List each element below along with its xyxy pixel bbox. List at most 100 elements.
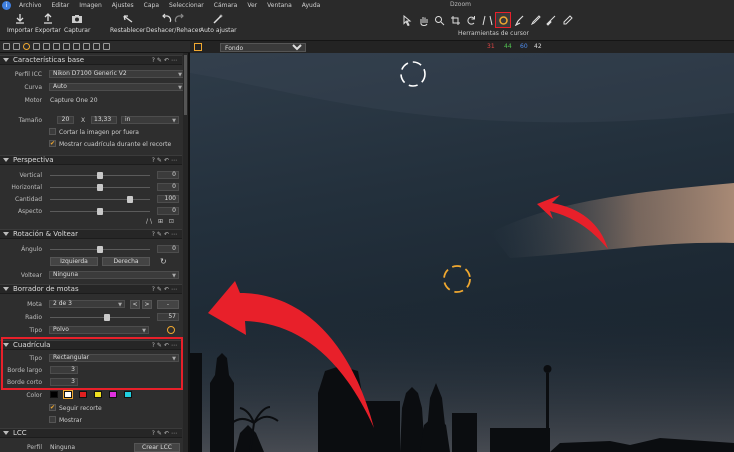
capture-button[interactable]: Capturar [64, 13, 90, 34]
grid-view-icon[interactable] [194, 43, 202, 51]
swatch-black[interactable] [50, 391, 58, 398]
panel-header-icons[interactable]: ?✎↶⋯ [152, 231, 179, 238]
follow-crop-checkbox[interactable]: ✔ [49, 404, 56, 411]
eraser-tool[interactable] [560, 13, 574, 27]
perspective-value[interactable]: 0 [157, 207, 179, 215]
menu-archivo[interactable]: Archivo [15, 2, 47, 9]
menu-ventana[interactable]: Ventana [263, 2, 298, 9]
export-button[interactable]: Exportar [35, 13, 61, 34]
batch-tab-icon[interactable] [93, 43, 100, 50]
perspective-slider-knob[interactable] [97, 184, 103, 191]
perspective-slider-knob[interactable] [127, 196, 133, 203]
keystone-icons[interactable]: /\ ⊞ ⊡ [146, 218, 176, 225]
perspective-value[interactable]: 0 [157, 183, 179, 191]
panel-header-icons[interactable]: ?✎↶⋯ [152, 157, 179, 164]
collapse-arrow-icon[interactable] [3, 287, 9, 291]
gradient-tool[interactable] [544, 13, 558, 27]
radius-value[interactable]: 57 [157, 313, 179, 321]
menu-editar[interactable]: Editar [47, 2, 75, 9]
pen-tool[interactable] [528, 13, 542, 27]
perspective-slider[interactable] [50, 184, 150, 191]
exposure-tab-icon[interactable] [43, 43, 50, 50]
capture-tab-icon[interactable] [13, 43, 20, 50]
panel-header-icons[interactable]: ?✎↶⋯ [152, 286, 179, 293]
panel-header-icons[interactable]: ?✎↶⋯ [152, 430, 179, 437]
lcc-header[interactable]: LCC ?✎↶⋯ [0, 428, 182, 438]
auto-adjust-button[interactable]: Auto ajustar [200, 13, 237, 34]
base-characteristics-header[interactable]: Características base ?✎↶⋯ [0, 55, 182, 65]
swatch-red[interactable] [79, 391, 87, 398]
details-tab-icon[interactable] [53, 43, 60, 50]
menu-ver[interactable]: Ver [243, 2, 263, 9]
perspective-slider-knob[interactable] [97, 208, 103, 215]
perspective-slider[interactable] [50, 208, 150, 215]
angle-value[interactable]: 0 [157, 245, 179, 253]
spot-type-dropdown[interactable]: Polvo ▼ [49, 326, 149, 334]
image-viewer[interactable] [190, 53, 734, 452]
panel-header-icons[interactable]: ?✎↶⋯ [152, 57, 179, 64]
color-tab-icon[interactable] [33, 43, 40, 50]
brush-tool[interactable] [512, 13, 526, 27]
show-checkbox[interactable] [49, 416, 56, 423]
unit-dropdown[interactable]: in ▼ [121, 116, 179, 124]
spot-removal-tool[interactable] [495, 12, 511, 28]
angle-slider[interactable] [50, 246, 150, 253]
rotate-left-button[interactable]: Izquierda [50, 257, 98, 266]
spot-picker-icon[interactable] [167, 326, 175, 334]
crop-height-field[interactable]: 13,33 [91, 116, 117, 124]
pan-tool[interactable] [416, 13, 430, 27]
lens-tab-icon[interactable] [23, 43, 30, 50]
swatch-white[interactable] [63, 390, 73, 399]
styles-tab-icon[interactable] [103, 43, 110, 50]
radius-slider[interactable] [50, 314, 150, 321]
reset-button[interactable]: Restablecer [110, 13, 145, 34]
collapse-arrow-icon[interactable] [3, 58, 9, 62]
menu-ajustes[interactable]: Ajustes [108, 2, 140, 9]
swatch-magenta[interactable] [109, 391, 117, 398]
perspective-value[interactable]: 100 [157, 195, 179, 203]
zoom-tool[interactable] [432, 13, 446, 27]
create-lcc-button[interactable]: Crear LCC [134, 443, 180, 452]
spot-marker-2[interactable] [443, 265, 471, 293]
metadata-tab-icon[interactable] [73, 43, 80, 50]
background-select[interactable]: Fondo [220, 42, 306, 52]
radius-slider-knob[interactable] [104, 314, 110, 321]
import-button[interactable]: Importar [7, 13, 33, 34]
prev-spot-button[interactable]: < [130, 300, 140, 309]
menu-ayuda[interactable]: Ayuda [298, 2, 327, 9]
perspective-header[interactable]: Perspectiva ?✎↶⋯ [0, 155, 182, 165]
rotate-right-button[interactable]: Derecha [102, 257, 150, 266]
crop-tool[interactable] [448, 13, 462, 27]
spot-removal-header[interactable]: Borrador de motas ?✎↶⋯ [0, 284, 182, 294]
perspective-slider[interactable] [50, 196, 150, 203]
next-spot-button[interactable]: > [142, 300, 152, 309]
rotate-free-icon[interactable]: ↻ [160, 257, 167, 266]
icc-dropdown[interactable]: Nikon D7100 Generic V2 ▼ [49, 70, 185, 78]
crop-outside-checkbox[interactable] [49, 128, 56, 135]
spot-dropdown[interactable]: 2 de 3 ▼ [49, 300, 125, 308]
perspective-slider[interactable] [50, 172, 150, 179]
select-tool[interactable] [400, 13, 414, 27]
swatch-yellow[interactable] [94, 391, 102, 398]
angle-slider-knob[interactable] [97, 246, 103, 253]
show-grid-checkbox[interactable]: ✔ [49, 140, 56, 147]
sidebar-scrollbar[interactable] [183, 53, 188, 452]
flip-dropdown[interactable]: Ninguna ▼ [49, 271, 179, 279]
scrollbar-thumb[interactable] [184, 55, 187, 115]
curve-dropdown[interactable]: Auto ▼ [49, 83, 185, 91]
rotate-tool[interactable] [464, 13, 478, 27]
rotation-header[interactable]: Rotación & Voltear ?✎↶⋯ [0, 229, 182, 239]
crop-width-field[interactable]: 20 [57, 116, 74, 124]
menu-camara[interactable]: Cámara [210, 2, 244, 9]
undo-redo-button[interactable]: Deshacer/Rehacer [146, 13, 201, 34]
menu-seleccionar[interactable]: Seleccionar [165, 2, 210, 9]
remove-spot-button[interactable]: - [157, 300, 179, 309]
collapse-arrow-icon[interactable] [3, 232, 9, 236]
collapse-arrow-icon[interactable] [3, 158, 9, 162]
adjustments-tab-icon[interactable] [63, 43, 70, 50]
menu-imagen[interactable]: Imagen [75, 2, 108, 9]
output-tab-icon[interactable] [83, 43, 90, 50]
library-tab-icon[interactable] [3, 43, 10, 50]
perspective-slider-knob[interactable] [97, 172, 103, 179]
perspective-value[interactable]: 0 [157, 171, 179, 179]
